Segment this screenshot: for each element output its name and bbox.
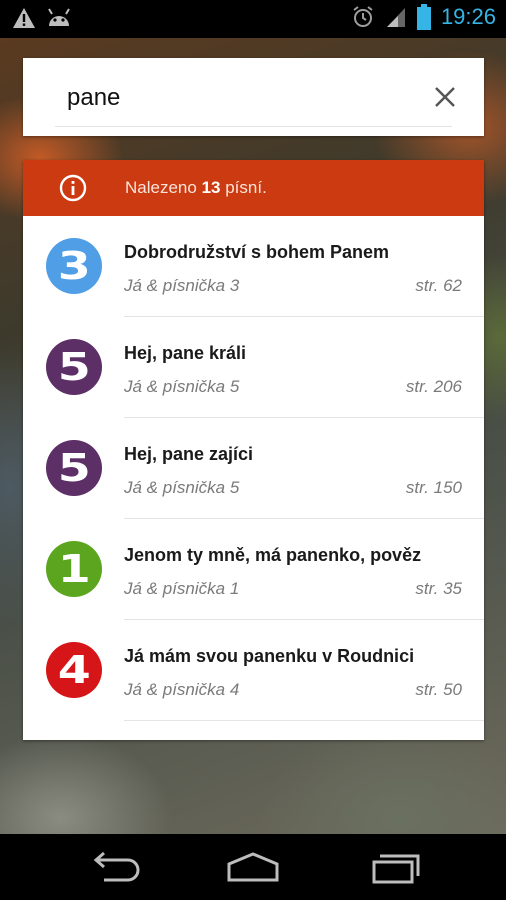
home-icon [227, 852, 279, 882]
songbook-name: Já & písnička 4 [124, 680, 240, 699]
book-badge: 1 [46, 541, 102, 597]
songbook-name: Já & písnička 1 [124, 579, 240, 598]
navigation-bar [0, 834, 506, 900]
songbook-name: Já & písnička 3 [124, 276, 240, 295]
page-number: str. 206 [405, 377, 462, 396]
result-row[interactable]: 3 Dobrodružství s bohem Panem Já & písni… [23, 216, 484, 317]
results-list: Nalezeno 13 písní. 3 Dobrodružství s boh… [23, 160, 484, 740]
book-badge-number: 4 [57, 648, 91, 692]
recents-icon [372, 854, 420, 884]
search-input[interactable] [67, 78, 397, 118]
results-count-text: Nalezeno 13 písní. [125, 178, 267, 198]
result-row[interactable]: 4 Já mám svou panenku v Roudnici Já & pí… [23, 620, 484, 721]
status-bar: 19:26 [0, 0, 506, 38]
book-badge: 5 [46, 440, 102, 496]
song-title: Dobrodružství s bohem Panem [124, 242, 390, 262]
book-badge-number: 5 [57, 345, 91, 389]
warning-icon [13, 8, 35, 28]
results-count: 13 [201, 178, 221, 197]
song-title: Jenom ty mně, má panenko, pověz [124, 545, 422, 565]
row-divider [124, 720, 484, 721]
book-badge: 5 [46, 339, 102, 395]
page-number: str. 62 [415, 276, 462, 295]
clock: 19:26 [440, 4, 496, 29]
result-row[interactable]: 5 Hej, pane zajíci Já & písnička 5 str. … [23, 418, 484, 519]
book-badge: 3 [46, 238, 102, 294]
page-number: str. 150 [405, 478, 462, 497]
book-badge-number: 1 [57, 547, 91, 591]
back-button[interactable] [84, 850, 144, 884]
result-row[interactable]: 1 Jenom ty mně, má panenko, pověz Já & p… [23, 519, 484, 620]
song-title: Hej, pane zajíci [124, 444, 254, 464]
book-badge: 4 [46, 642, 102, 698]
results-banner: Nalezeno 13 písní. [23, 160, 484, 216]
back-icon [93, 851, 140, 882]
info-icon [59, 174, 87, 202]
song-title: Já mám svou panenku v Roudnici [124, 646, 415, 666]
book-badge-number: 3 [57, 244, 91, 288]
book-badge-number: 5 [57, 446, 91, 490]
song-title: Hej, pane králi [124, 343, 247, 363]
results-count-prefix: Nalezeno [125, 178, 202, 197]
results-count-suffix: písní. [220, 178, 267, 197]
page-number: str. 50 [415, 680, 462, 699]
search-box [23, 58, 484, 136]
result-row[interactable]: 5 Hej, pane králi Já & písnička 5 str. 2… [23, 317, 484, 418]
android-icon [48, 8, 70, 26]
alarm-icon [353, 6, 373, 27]
songbook-name: Já & písnička 5 [124, 478, 240, 497]
clear-search-button[interactable] [428, 80, 462, 114]
page-number: str. 35 [415, 579, 462, 598]
home-button[interactable] [223, 850, 283, 884]
signal-icon [386, 8, 405, 27]
songbook-name: Já & písnička 5 [124, 377, 240, 396]
battery-icon [416, 4, 431, 30]
recent-apps-button[interactable] [366, 850, 426, 884]
close-icon [435, 87, 455, 107]
search-underline [55, 126, 452, 127]
